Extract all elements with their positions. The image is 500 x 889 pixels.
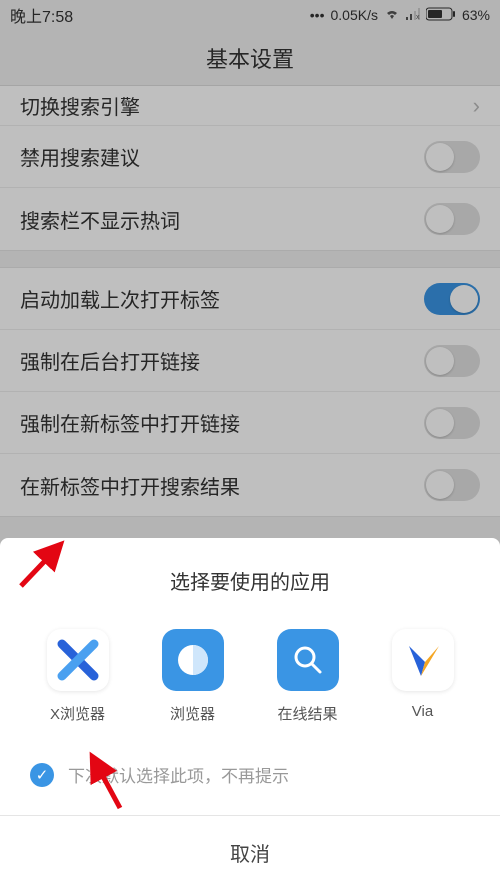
browser-icon <box>162 629 224 691</box>
app-label: Via <box>412 703 433 720</box>
app-list: X浏览器 浏览器 在线结果 Via <box>0 619 500 744</box>
app-browser[interactable]: 浏览器 <box>162 629 224 724</box>
x-browser-icon <box>47 629 109 691</box>
via-icon <box>392 629 454 691</box>
app-label: X浏览器 <box>50 703 105 724</box>
app-x-browser[interactable]: X浏览器 <box>47 629 109 724</box>
app-chooser-sheet: 选择要使用的应用 X浏览器 浏览器 在线结果 Via ✓ <box>0 538 500 889</box>
remember-choice-row[interactable]: ✓ 下次默认选择此项，不再提示 <box>0 744 500 815</box>
app-via[interactable]: Via <box>392 629 454 724</box>
sheet-title: 选择要使用的应用 <box>0 538 500 619</box>
search-icon <box>277 629 339 691</box>
app-online-results[interactable]: 在线结果 <box>277 629 339 724</box>
checkbox-icon: ✓ <box>30 763 54 787</box>
app-label: 浏览器 <box>170 703 215 724</box>
app-label: 在线结果 <box>277 703 337 724</box>
checkbox-label: 下次默认选择此项，不再提示 <box>68 762 289 787</box>
cancel-label: 取消 <box>230 844 270 866</box>
watermark: Baidu经验 <box>413 855 486 879</box>
